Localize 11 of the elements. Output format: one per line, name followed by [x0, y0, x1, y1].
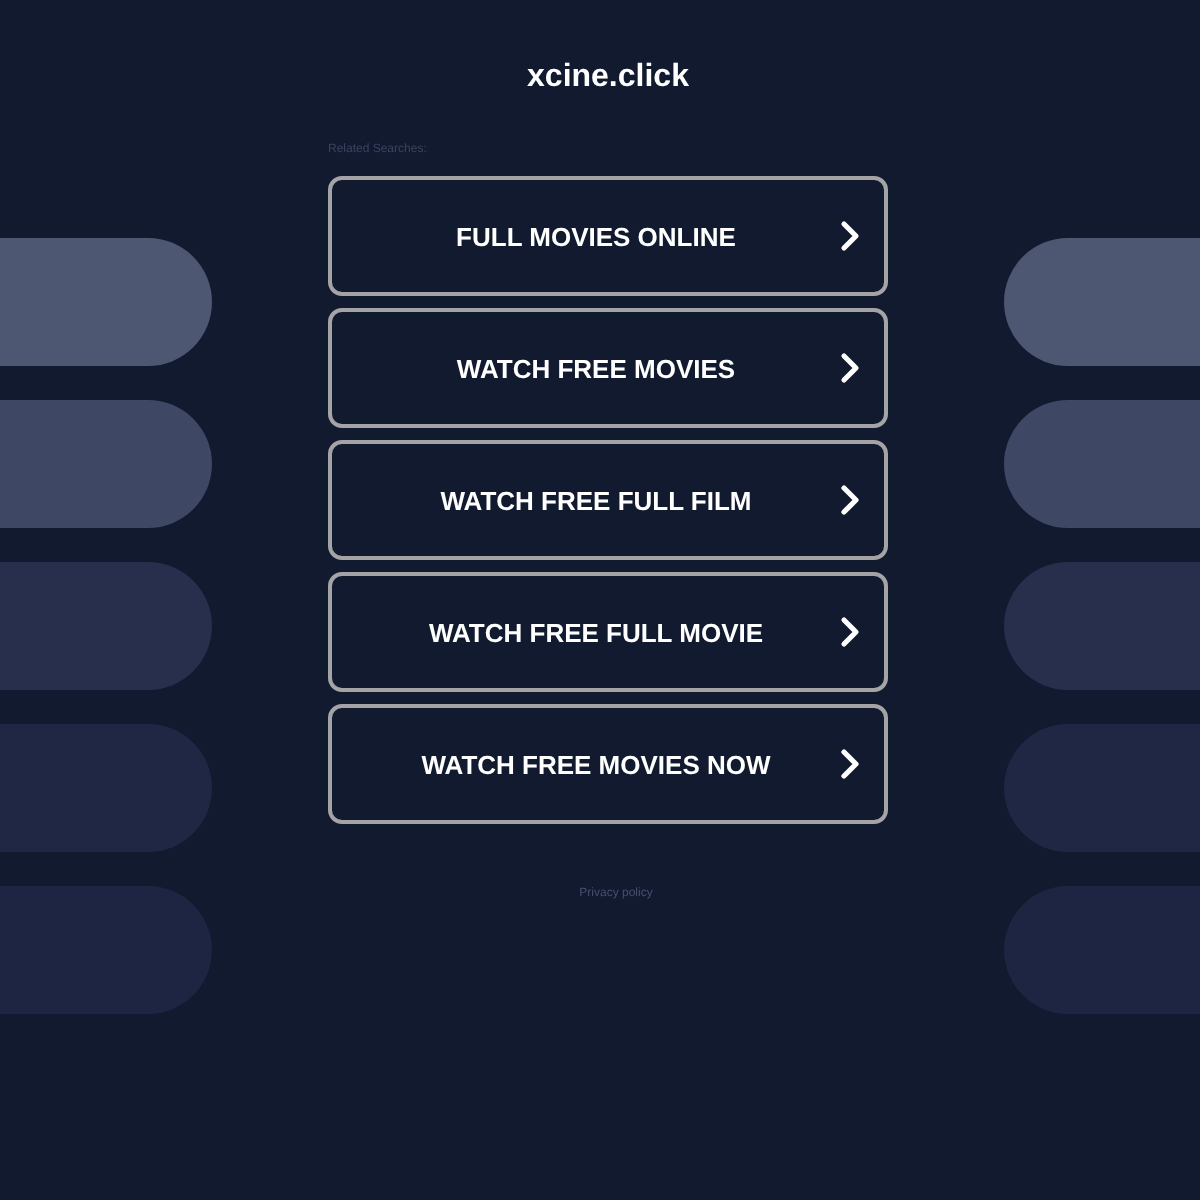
search-link-button[interactable]: WATCH FREE MOVIES NOW	[328, 704, 888, 824]
search-link-button[interactable]: WATCH FREE FULL FILM	[328, 440, 888, 560]
chevron-right-icon	[840, 748, 860, 780]
site-title: xcine.click	[527, 58, 689, 96]
chevron-right-icon	[840, 484, 860, 516]
search-link-button[interactable]: WATCH FREE MOVIES	[328, 308, 888, 428]
chevron-right-icon	[840, 616, 860, 648]
chevron-right-icon	[840, 220, 860, 252]
search-link-button[interactable]: WATCH FREE FULL MOVIE	[328, 572, 888, 692]
chevron-right-icon	[840, 352, 860, 384]
search-link-button[interactable]: FULL MOVIES ONLINE	[328, 176, 888, 296]
